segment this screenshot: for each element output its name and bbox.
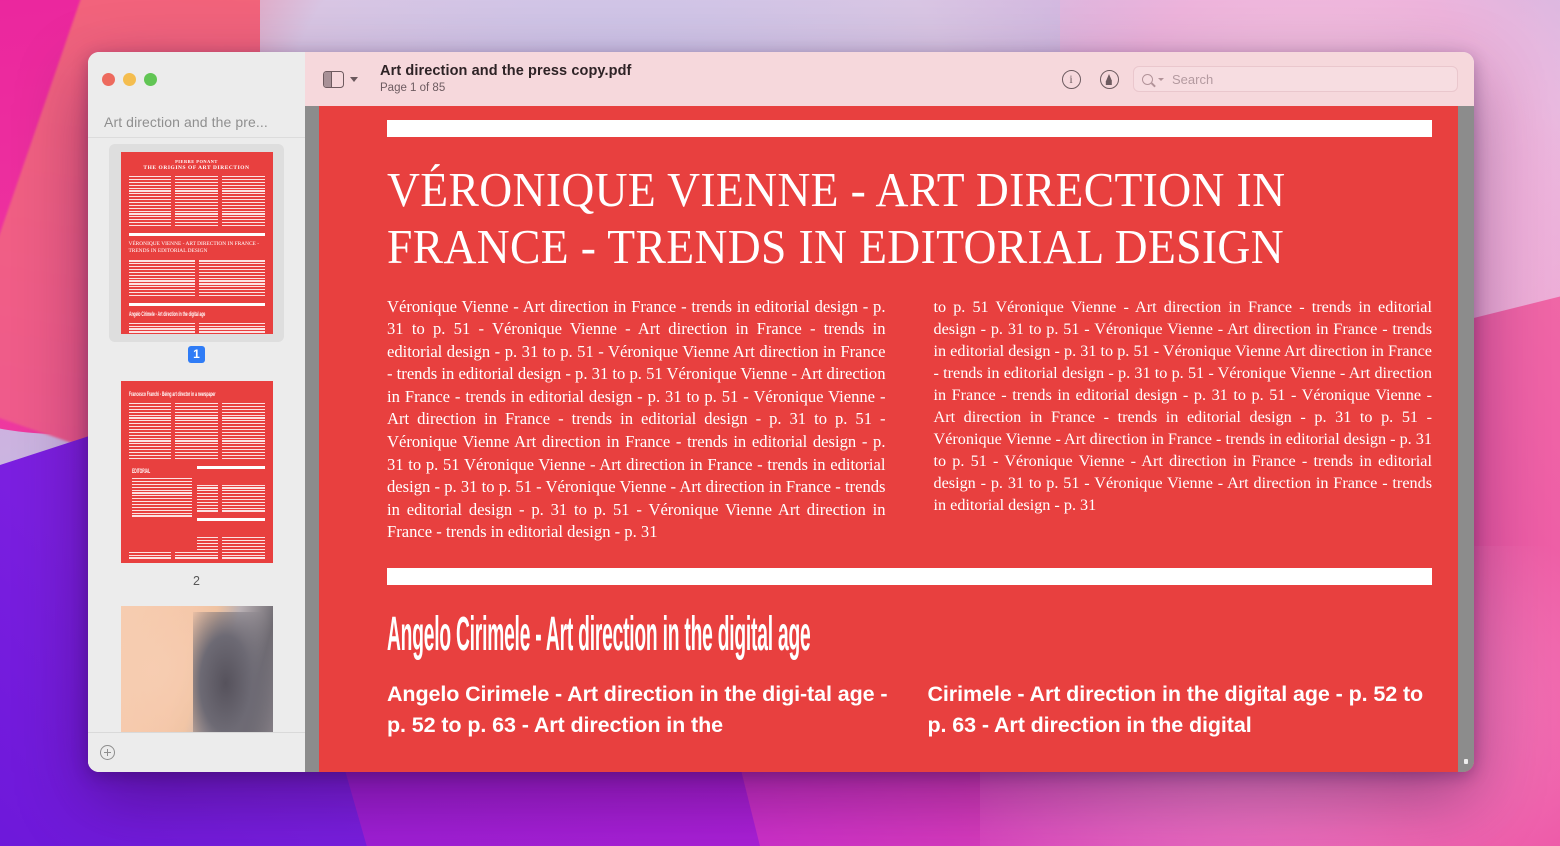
mini-rule <box>128 232 265 236</box>
page-preview-3-photo <box>120 606 273 732</box>
minimize-button[interactable] <box>123 72 136 86</box>
search-icon <box>1142 73 1153 85</box>
thumbnail-item-3[interactable] <box>88 598 305 732</box>
search-placeholder: Search <box>1172 71 1214 87</box>
mini-col <box>175 403 218 461</box>
document-right-edge <box>1458 106 1474 772</box>
thumbnail-item-1[interactable]: PIERRE PONANT THE ORIGINS OF ART DIRECTI… <box>88 144 305 373</box>
page-rule-top <box>387 120 1432 137</box>
search-field[interactable]: Search <box>1133 66 1458 92</box>
mini-col <box>221 403 265 461</box>
mini-heading: THE ORIGINS OF ART DIRECTION <box>143 165 250 171</box>
mini-columns-bottom <box>128 322 265 334</box>
mini-subhead: Angelo Cirimele - Art direction in the d… <box>128 310 205 318</box>
mini-heading-2: Francesco Franchi - Being art director i… <box>128 391 216 398</box>
body-columns: Véronique Vienne - Art direction in Fran… <box>387 296 1432 544</box>
thumbnail-frame[interactable] <box>109 598 284 732</box>
body-column-right: to p. 51 Véronique Vienne - Art directio… <box>933 297 1433 514</box>
markup-button[interactable] <box>1095 65 1123 93</box>
section-subhead: Angelo Cirimele - Art direction in the d… <box>387 607 811 661</box>
page-title: VÉRONIQUE VIENNE - ART DIRECTION IN FRANC… <box>387 161 1359 276</box>
thumbnail-sidebar: Art direction and the pre... PIERRE PONA… <box>88 106 305 772</box>
mini-columns-top <box>128 403 265 461</box>
sidebar-toggle-button[interactable] <box>323 70 358 88</box>
page-rule-bottom <box>387 567 1432 585</box>
mini-col <box>175 176 218 228</box>
close-button[interactable] <box>102 72 115 86</box>
mini-col <box>221 537 265 560</box>
page-title-line-2: FRANCE - TRENDS IN EDITORIAL DESIGN <box>387 219 1284 275</box>
document-view[interactable]: VÉRONIQUE VIENNE - ART DIRECTION IN FRANC… <box>319 106 1474 772</box>
mini-section-title: VÉRONIQUE VIENNE - ART DIRECTION IN FRAN… <box>128 240 260 255</box>
thumbnail-list[interactable]: PIERRE PONANT THE ORIGINS OF ART DIRECTI… <box>88 138 305 732</box>
mini-col <box>221 484 265 514</box>
sidebar-divider <box>305 106 319 772</box>
mini-columns-top <box>128 176 265 228</box>
mini-col <box>128 260 195 297</box>
search-chevron-down-icon[interactable] <box>1158 77 1164 81</box>
window-body: Art direction and the pre... PIERRE PONA… <box>88 106 1474 772</box>
titlebar-left <box>88 52 305 106</box>
desktop-background: Art direction and the press copy.pdf Pag… <box>0 0 1560 846</box>
page-preview-2: Francesco Franchi - Being art director i… <box>120 381 273 563</box>
info-icon: i <box>1061 69 1081 89</box>
mini-columns-mid <box>128 260 265 297</box>
markup-pen-icon <box>1099 69 1119 89</box>
body-column-left: Véronique Vienne - Art direction in Fran… <box>387 296 886 542</box>
page-preview-1: PIERRE PONANT THE ORIGINS OF ART DIRECTI… <box>120 152 273 334</box>
add-page-icon[interactable] <box>100 745 115 760</box>
document-title-block: Art direction and the press copy.pdf Pag… <box>380 62 631 96</box>
sidebar-header-title: Art direction and the pre... <box>88 106 305 138</box>
window-titlebar: Art direction and the press copy.pdf Pag… <box>88 52 1474 106</box>
titlebar-right: Art direction and the press copy.pdf Pag… <box>305 52 1474 106</box>
sidebar-footer <box>88 732 305 772</box>
scrollbar-nub[interactable] <box>1464 759 1468 764</box>
info-button[interactable]: i <box>1057 65 1085 93</box>
page-indicator: Page 1 of 85 <box>380 82 446 95</box>
mini-kicker: PIERRE PONANT <box>175 159 218 164</box>
document-title: Art direction and the press copy.pdf <box>380 63 632 80</box>
mini-col <box>221 176 265 228</box>
mini-editorial-overlay: EDITORIAL <box>126 459 197 551</box>
mini-col <box>198 322 265 334</box>
thumbnail-item-2[interactable]: Francesco Franchi - Being art director i… <box>88 373 305 598</box>
preview-window: Art direction and the press copy.pdf Pag… <box>88 52 1474 772</box>
bold-columns: Angelo Cirimele - Art direction in the d… <box>387 679 1432 741</box>
bold-column-left: Angelo Cirimele - Art direction in the d… <box>387 681 888 738</box>
mini-editorial-label: EDITORIAL <box>131 468 150 475</box>
mini-col <box>128 403 172 461</box>
mini-rule <box>128 302 265 306</box>
mini-col <box>128 176 172 228</box>
page-number-label: 2 <box>193 574 200 588</box>
maximize-button[interactable] <box>144 72 157 86</box>
bold-column-right: Cirimele - Art direction in the digital … <box>927 681 1424 738</box>
page-title-line-1: VÉRONIQUE VIENNE - ART DIRECTION IN <box>387 162 1286 217</box>
mini-col <box>131 478 192 517</box>
chevron-down-icon[interactable] <box>350 76 358 82</box>
mini-col <box>198 260 265 297</box>
page-number-badge: 1 <box>188 346 205 363</box>
sidebar-toggle-icon <box>323 70 344 88</box>
thumbnail-frame-selected[interactable]: PIERRE PONANT THE ORIGINS OF ART DIRECTI… <box>109 144 284 342</box>
thumbnail-frame[interactable]: Francesco Franchi - Being art director i… <box>109 373 284 571</box>
mini-col <box>128 322 195 334</box>
